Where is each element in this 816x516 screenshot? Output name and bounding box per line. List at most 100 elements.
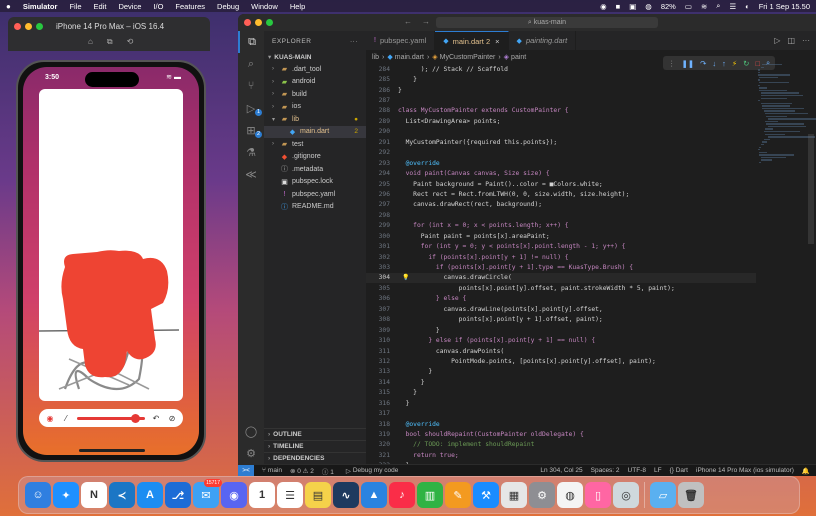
breadcrumb-file[interactable]: main.dart xyxy=(395,54,424,61)
code-line[interactable]: 296 Rect rect = Rect.fromLTWH(0, 0, size… xyxy=(366,189,756,199)
extensions-icon[interactable]: ⊞ 2 xyxy=(238,119,264,141)
source-control-icon[interactable]: ⑂ xyxy=(238,75,264,97)
code-line[interactable]: 306 } else { xyxy=(366,294,756,304)
debug-config[interactable]: Debug my code xyxy=(353,467,399,474)
pages-icon[interactable]: ✎ xyxy=(445,482,471,508)
rotate-icon[interactable]: ⟲ xyxy=(127,37,134,47)
code-line[interactable]: 305 points[x].point[y].offset, paint.str… xyxy=(366,283,756,293)
code-line[interactable]: 313 } xyxy=(366,367,756,377)
search-icon[interactable]: ⌕ xyxy=(716,1,720,11)
code-line[interactable]: 293 @override xyxy=(366,158,756,168)
breadcrumb-lib[interactable]: lib xyxy=(372,54,379,61)
tree-item[interactable]: ▣ pubspec.lock xyxy=(264,176,366,189)
menu-window[interactable]: Window xyxy=(251,2,278,11)
minimap[interactable] xyxy=(758,64,816,464)
run-icon[interactable]: ▷ xyxy=(774,36,780,45)
close-icon[interactable]: × xyxy=(495,37,499,46)
account-icon[interactable]: ◯ xyxy=(238,420,264,442)
tree-item[interactable]: ⓘ .metadata xyxy=(264,163,366,176)
remote-indicator[interactable]: >< xyxy=(238,465,254,476)
command-center-search[interactable]: ⌕ kuas-main xyxy=(436,17,658,28)
finder-icon[interactable]: ☺ xyxy=(25,482,51,508)
code-line[interactable]: 320 // TODO: implement shouldRepaint xyxy=(366,440,756,450)
more-actions-icon[interactable]: ··· xyxy=(802,36,810,45)
trash-icon[interactable]: 🗑 xyxy=(678,482,704,508)
code-line[interactable]: 317 xyxy=(366,408,756,418)
git-branch[interactable]: main xyxy=(268,467,282,474)
screenshot-icon[interactable]: ⧉ xyxy=(107,37,113,47)
problems-count[interactable]: ⊗ 0 ⚠ 2 xyxy=(290,467,314,475)
code-line[interactable]: 308 points[x].point[y + 1].offset, paint… xyxy=(366,315,756,325)
calendar-icon[interactable]: 1 xyxy=(249,482,275,508)
info-count[interactable]: ⓘ 1 xyxy=(322,466,334,476)
encoding[interactable]: UTF-8 xyxy=(628,467,646,475)
safari-icon[interactable]: ✦ xyxy=(53,482,79,508)
tree-item[interactable]: ◆ main.dart 2 xyxy=(264,125,366,138)
close-button[interactable] xyxy=(244,19,251,26)
code-line[interactable]: 302 if (points[x].point[y + 1] != null) … xyxy=(366,252,756,262)
downloads-folder-icon[interactable]: ▱ xyxy=(650,482,676,508)
section-outline[interactable]: › OUTLINE xyxy=(264,428,366,440)
code-line[interactable]: 310 } else if (points[x].point[y + 1] ==… xyxy=(366,335,756,345)
discord-icon[interactable]: ◉ xyxy=(221,482,247,508)
explorer-icon[interactable]: ⧉ xyxy=(238,31,264,53)
code-line[interactable]: 318 @override xyxy=(366,419,756,429)
section-timeline[interactable]: › TIMELINE xyxy=(264,440,366,452)
tree-item[interactable]: ▾ ▰ lib ● xyxy=(264,113,366,126)
notion-icon[interactable]: N xyxy=(81,482,107,508)
code-line[interactable]: 298 xyxy=(366,210,756,220)
notifications-icon[interactable]: 🔔 xyxy=(802,467,810,475)
search-icon[interactable]: ⌕ xyxy=(238,53,264,75)
app-store-icon[interactable]: A xyxy=(137,482,163,508)
reminders-icon[interactable]: ☰ xyxy=(277,482,303,508)
minimize-button[interactable] xyxy=(25,23,32,30)
code-line[interactable]: 287 xyxy=(366,95,756,105)
numbers-icon[interactable]: ▥ xyxy=(417,482,443,508)
code-line[interactable]: 321 return true; xyxy=(366,450,756,460)
color-picker-icon[interactable]: ◉ xyxy=(45,414,55,423)
code-line[interactable]: 284 ); // Stack // Scaffold xyxy=(366,64,756,74)
menu-help[interactable]: Help xyxy=(290,2,305,11)
language-mode[interactable]: {} Dart xyxy=(670,467,688,475)
tree-item[interactable]: ◆ .gitignore xyxy=(264,151,366,164)
code-line[interactable]: 312 PointMode.points, [points[x].point[y… xyxy=(366,356,756,366)
disk-utility-icon[interactable]: ◎ xyxy=(613,482,639,508)
breadcrumb-method[interactable]: paint xyxy=(511,54,526,61)
clear-icon[interactable]: ⊘ xyxy=(167,414,177,423)
vscode-titlebar[interactable]: ← → ⌕ kuas-main xyxy=(238,14,816,31)
lightbulb-icon[interactable]: 💡 xyxy=(402,274,409,281)
code-line[interactable]: 286} xyxy=(366,85,756,95)
close-button[interactable] xyxy=(14,23,21,30)
testing-icon[interactable]: ⚗ xyxy=(238,141,264,163)
xcode-icon[interactable]: ⚒ xyxy=(473,482,499,508)
system-settings-icon[interactable]: ⚙ xyxy=(529,482,555,508)
workspace-root[interactable]: ▾ KUAS-MAIN xyxy=(264,51,366,63)
forward-arrow-icon[interactable]: → xyxy=(422,17,430,26)
code-line[interactable]: 292 xyxy=(366,148,756,158)
code-line[interactable]: 314 } xyxy=(366,377,756,387)
menu-file[interactable]: File xyxy=(69,2,81,11)
home-icon[interactable]: ⌂ xyxy=(88,37,93,47)
stocks-icon[interactable]: ∿ xyxy=(333,482,359,508)
menu-simulator[interactable]: Simulator xyxy=(23,2,58,11)
code-line[interactable]: 319 bool shouldRepaint(CustomPainter old… xyxy=(366,429,756,439)
zoom-button[interactable] xyxy=(266,19,273,26)
code-line[interactable]: 288 class MyCustomPainter extends CustomP… xyxy=(366,106,756,116)
code-line[interactable]: 285 } xyxy=(366,74,756,84)
code-line[interactable]: 299 for (int x = 0; x < points.length; x… xyxy=(366,221,756,231)
split-editor-icon[interactable]: ◫ xyxy=(787,36,795,45)
wifi-icon[interactable]: ≋ xyxy=(701,2,707,11)
battery-percent[interactable]: 82% xyxy=(661,2,676,11)
brush-icon[interactable]: ⁄ xyxy=(61,414,71,423)
cursor-position[interactable]: Ln 304, Col 25 xyxy=(540,467,582,475)
section-dependencies[interactable]: › DEPENDENCIES xyxy=(264,452,366,464)
code-line[interactable]: 315 } xyxy=(366,388,756,398)
tree-item[interactable]: ⓘ README.md xyxy=(264,201,366,214)
code-editor[interactable]: 284 ); // Stack // Scaffold 285 } 286} 287 2… xyxy=(366,64,756,469)
menu-edit[interactable]: Edit xyxy=(94,2,107,11)
siri-icon[interactable]: ◐ xyxy=(745,2,750,11)
menu-device[interactable]: Device xyxy=(118,2,141,11)
simulator-icon[interactable]: ▯ xyxy=(585,482,611,508)
minimize-button[interactable] xyxy=(255,19,262,26)
sourcetree-icon[interactable]: ⎇ xyxy=(165,482,191,508)
